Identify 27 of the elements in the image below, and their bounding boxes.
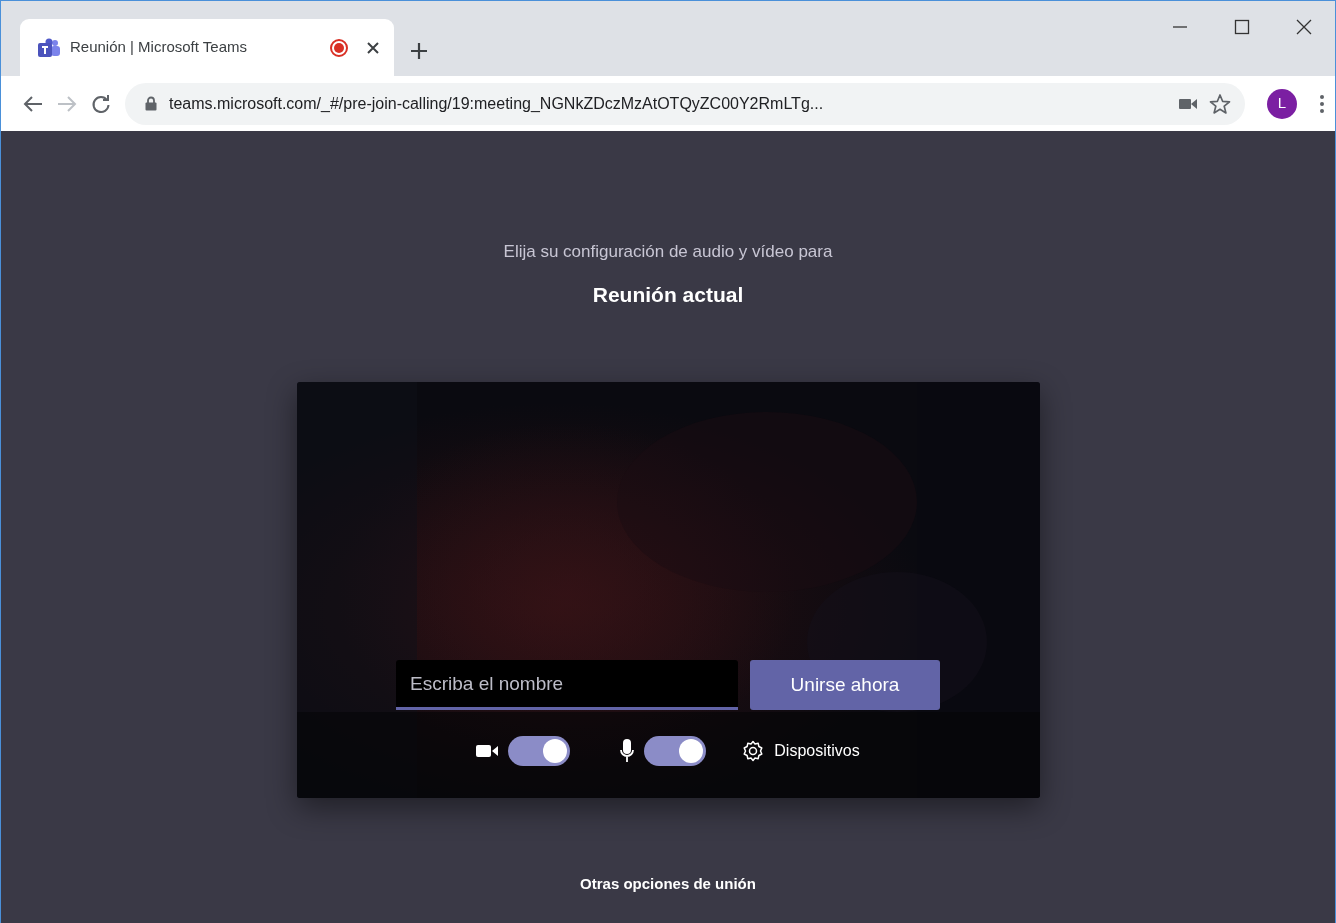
meeting-title: Reunión actual [592,281,744,308]
devices-button[interactable]: Dispositivos [742,739,860,763]
video-camera-icon[interactable] [1179,97,1197,110]
name-input-field[interactable]: Escriba el nombre [396,660,738,710]
lock-icon [145,96,157,111]
url-text: teams.microsoft.com/_#/pre-join-calling/19:meeting_NGNkZDczMzAtOTQyZC00Y2RmLTg... [169,93,825,114]
toggle-switch[interactable] [644,736,707,766]
star-icon[interactable] [1209,92,1231,115]
intro-text: Elija su configuración de audio y vídeo para [503,241,833,263]
maximize-icon[interactable] [1234,19,1250,35]
browser-tab[interactable]: Reunión | Microsoft Teams [20,19,394,76]
settings-icon [742,740,765,762]
join-now-button[interactable]: Unirse ahora [750,660,940,710]
teams-logo-icon [38,37,60,58]
toggle-switch[interactable] [508,736,571,766]
back-arrow-icon[interactable] [23,94,43,113]
address-bar[interactable]: teams.microsoft.com/_#/pre-join-calling/19:meeting_NGNkZDczMzAtOTQyZC00Y2RmLTg... [125,82,1245,125]
other-join-options-link[interactable]: Otras opciones de unión [580,872,756,895]
video-camera-icon [476,743,499,759]
microphone-icon [620,739,635,763]
close-icon[interactable] [366,40,380,55]
more-menu-icon[interactable] [1319,93,1325,114]
reload-icon[interactable] [91,93,111,114]
plus-icon[interactable] [410,42,428,60]
tab-title: Reunión | Microsoft Teams [70,37,249,58]
close-icon[interactable] [1296,19,1312,35]
profile-avatar[interactable]: L [1267,88,1297,119]
